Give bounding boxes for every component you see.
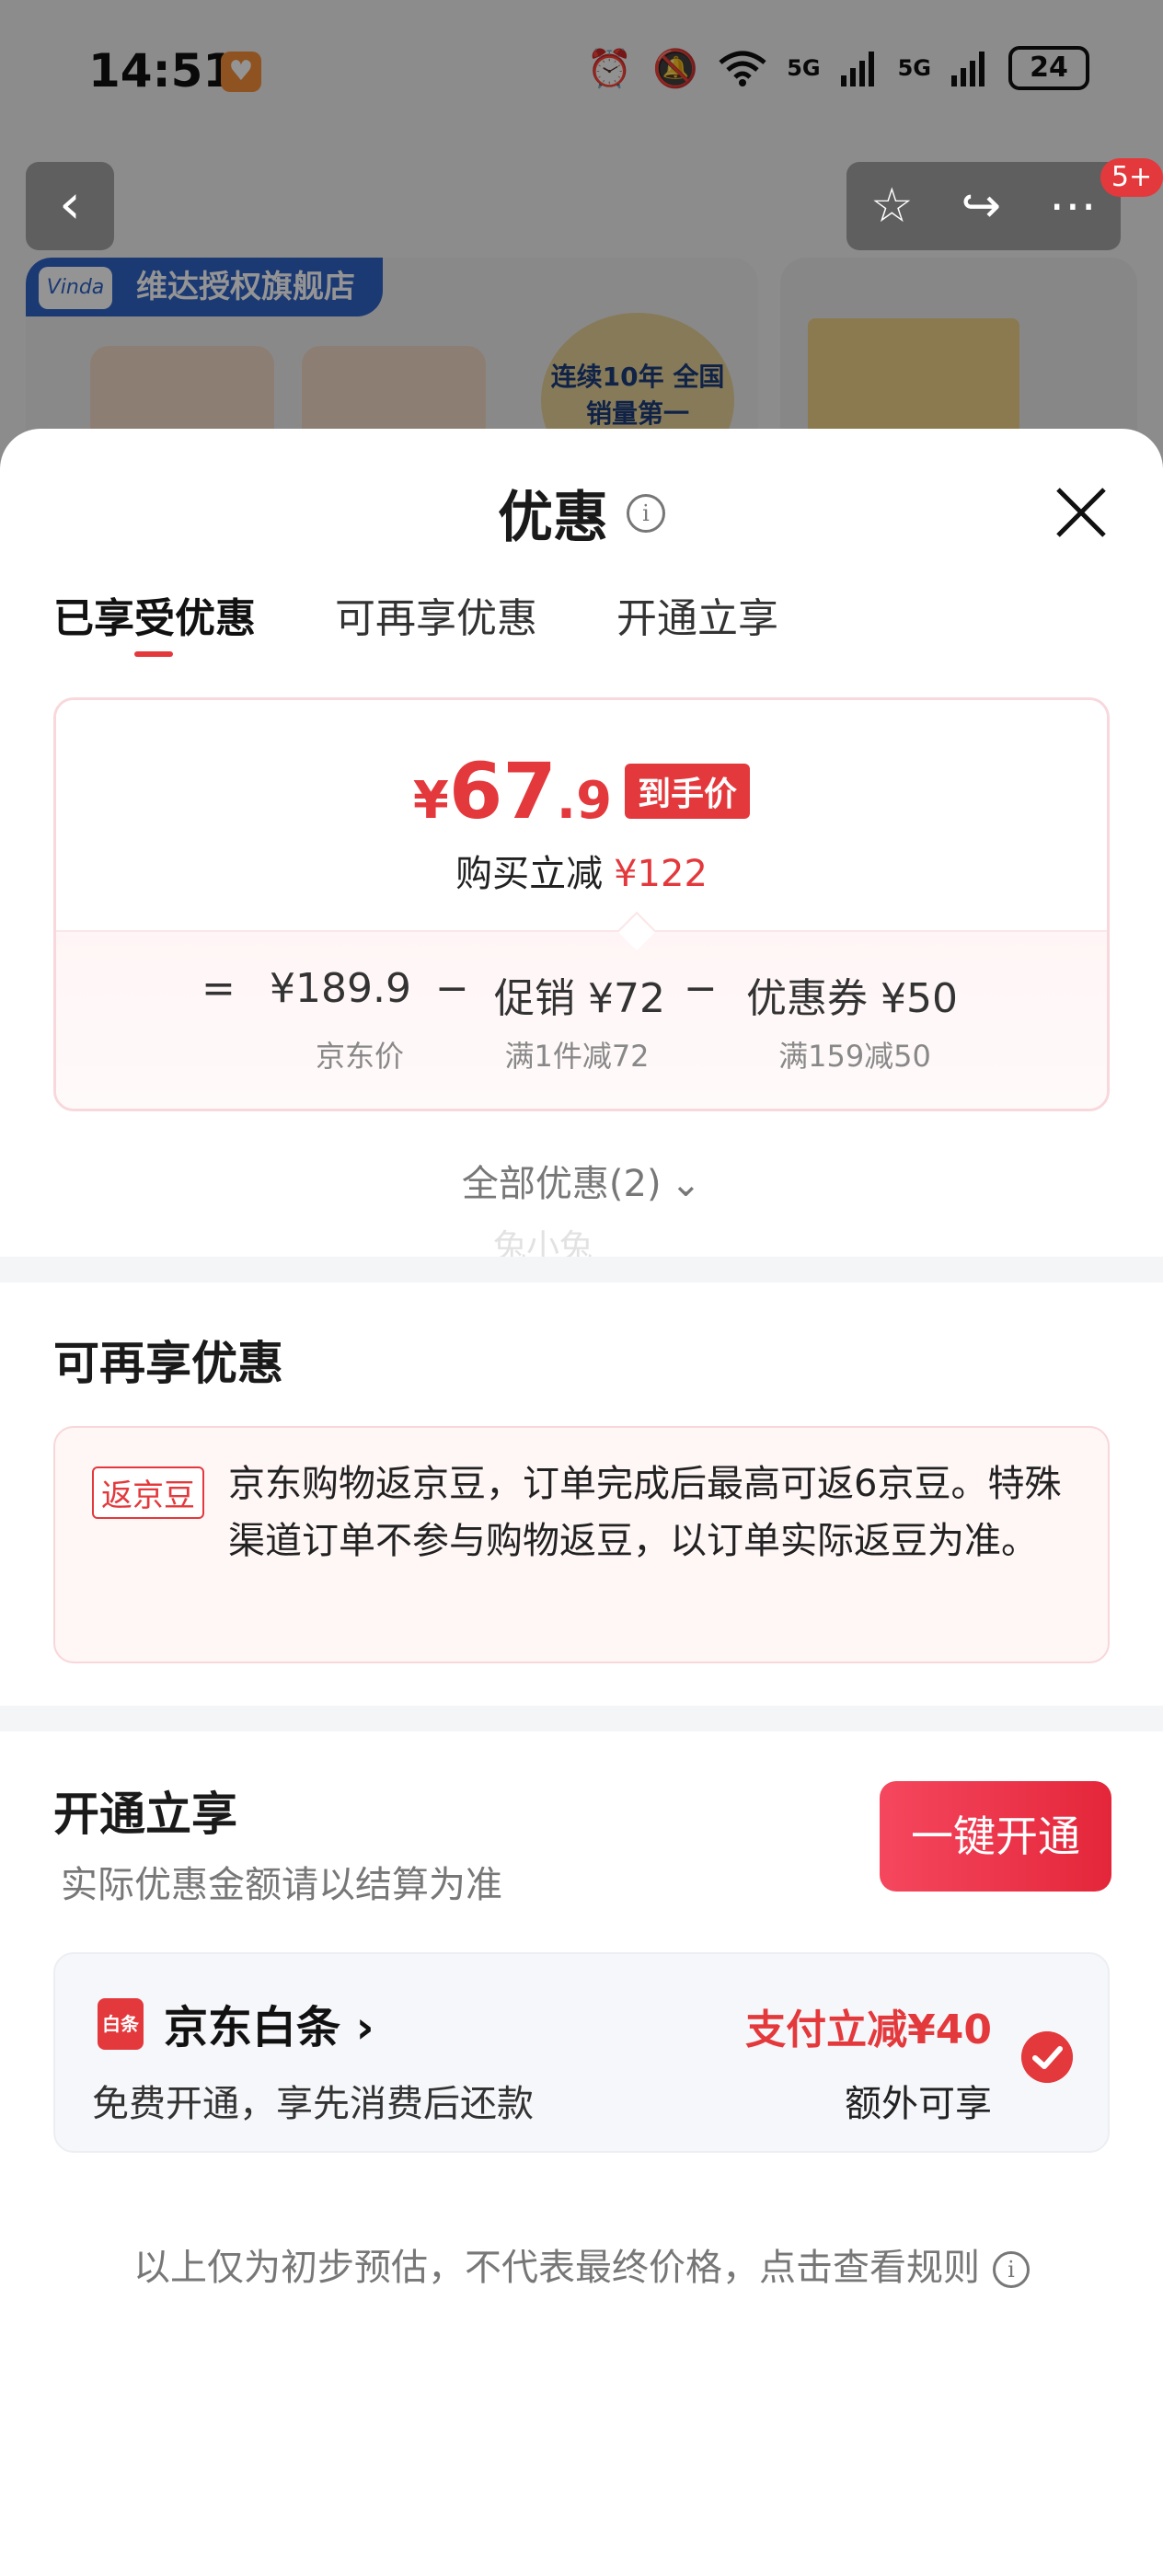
tab-bar: 已享受优惠 可再享优惠 开通立享	[53, 585, 778, 657]
minus-sign: −	[435, 965, 469, 1012]
baitiao-icon: 白条	[98, 1998, 144, 2050]
baitiao-discount: 支付立减¥40	[745, 2007, 992, 2053]
baitiao-name[interactable]: 京东白条 ›	[164, 1991, 374, 2055]
minus-sign: −	[684, 965, 718, 1012]
favorite-star-icon[interactable]: ☆	[870, 178, 914, 234]
all-offers-toggle[interactable]: 全部优惠(2) ⌄	[0, 1154, 1163, 1207]
top-actions: ☆ ↪ ⋯	[846, 162, 1121, 250]
more-icon[interactable]: ⋯	[1049, 178, 1097, 234]
final-price: ¥67.9	[412, 746, 613, 836]
equals-sign: =	[202, 965, 236, 1012]
final-price-tag: 到手价	[625, 764, 751, 819]
notification-badge: 5+	[1100, 158, 1163, 197]
price-summary-card: ¥67.9 到手价 购买立减 ¥122 = ¥189.9 京东价 − 促销 ¥72 …	[53, 697, 1110, 1111]
tab-enjoyed[interactable]: 已享受优惠	[53, 585, 256, 657]
one-click-open-button[interactable]: 一键开通	[880, 1781, 1111, 1892]
coupon-value: 优惠券 ¥50	[746, 975, 958, 1022]
sheet-header: 优惠 i	[0, 473, 1163, 553]
price-breakdown: = ¥189.9 京东价 − 促销 ¥72 满1件减72 − 优惠券 ¥50 满…	[56, 930, 1107, 1109]
jd-bean-description: 京东购物返京豆，订单完成后最高可返6京豆。特殊渠道订单不参与购物返豆，以订单实际…	[228, 1463, 1062, 1562]
sheet-title: 优惠	[498, 486, 608, 550]
baitiao-description: 免费开通，享先消费后还款	[92, 2083, 534, 2125]
tab-more-offers[interactable]: 可再享优惠	[335, 585, 537, 644]
discount-sheet: 优惠 i 已享受优惠 可再享优惠 开通立享 ¥67.9 到手价 购买立减 ¥122 =…	[0, 429, 1163, 2576]
check-icon[interactable]	[1021, 2031, 1073, 2083]
promotion-label: 满1件减72	[504, 1039, 650, 1074]
coupon-label: 满159减50	[778, 1039, 931, 1074]
open-now-subtitle: 实际优惠金额请以结算为准	[61, 1864, 502, 1906]
open-now-title: 开通立享	[53, 1788, 237, 1841]
info-icon[interactable]: i	[627, 493, 665, 533]
jd-bean-tag: 返京豆	[92, 1466, 204, 1519]
section-divider	[0, 1706, 1163, 1731]
jd-bean-rebate-card: 返京豆 京东购物返京豆，订单完成后最高可返6京豆。特殊渠道订单不参与购物返豆，以…	[53, 1426, 1110, 1663]
info-icon[interactable]: i	[993, 2251, 1030, 2288]
jd-baitiao-card[interactable]: 白条 京东白条 › 免费开通，享先消费后还款 支付立减¥40 额外可享	[53, 1952, 1110, 2153]
rules-footnote[interactable]: 以上仅为初步预估，不代表最终价格，点击查看规则 i	[0, 2237, 1163, 2291]
back-button[interactable]: ‹	[26, 162, 114, 250]
section-divider	[0, 1257, 1163, 1282]
promotion-value: 促销 ¥72	[494, 975, 665, 1022]
share-icon[interactable]: ↪	[961, 178, 1002, 234]
tab-open-now[interactable]: 开通立享	[616, 585, 778, 644]
instant-discount: 购买立减 ¥122	[455, 853, 708, 895]
chevron-down-icon: ⌄	[670, 1163, 702, 1205]
baitiao-extra-label: 额外可享	[845, 2083, 992, 2125]
jd-price-value: ¥189.9	[270, 965, 411, 1012]
instant-discount-amount: ¥122	[614, 853, 708, 895]
extra-offers-title: 可再享优惠	[53, 1337, 283, 1390]
chevron-right-icon: ›	[340, 2002, 374, 2053]
jd-price-label: 京东价	[315, 1039, 404, 1074]
close-icon[interactable]	[1049, 480, 1113, 545]
